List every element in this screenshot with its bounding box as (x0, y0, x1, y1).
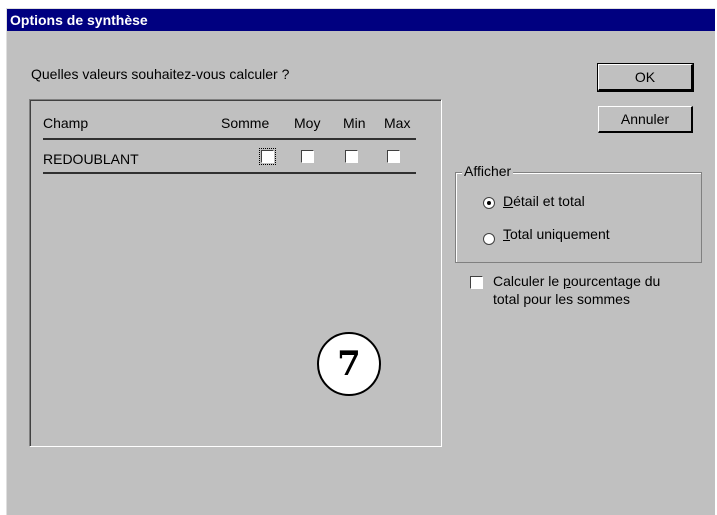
afficher-groupbox: Afficher Détail et total Total uniquemen… (455, 163, 702, 263)
max-checkbox[interactable] (387, 150, 400, 163)
column-header-max: Max (384, 115, 411, 131)
moy-checkbox[interactable] (301, 150, 314, 163)
percentage-label-line2: total pour les sommes (493, 291, 630, 307)
calculate-prompt: Quelles valeurs souhaitez-vous calculer … (31, 66, 290, 82)
summary-fields-list[interactable]: Champ Somme Moy Min Max REDOUBLANT (29, 99, 442, 447)
cancel-button[interactable]: Annuler (598, 106, 693, 133)
column-header-moy: Moy (294, 115, 321, 131)
ok-button[interactable]: OK (597, 63, 694, 92)
dialog-title-bar: Options de synthèse (7, 9, 715, 31)
radio-total-only-button[interactable] (483, 233, 495, 245)
radio-total-only-label: Total uniquement (503, 226, 610, 242)
percentage-checkbox[interactable] (470, 276, 483, 289)
radio-selected-dot (487, 201, 491, 205)
column-header-champ: Champ (43, 115, 89, 131)
dialog-title: Options de synthèse (10, 12, 148, 28)
radio-detail-total-label: Détail et total (503, 193, 585, 209)
summary-options-dialog: Options de synthèse Quelles valeurs souh… (6, 8, 715, 515)
afficher-label: Afficher (462, 163, 514, 179)
somme-checkbox[interactable] (259, 148, 276, 165)
field-name: REDOUBLANT (43, 151, 139, 167)
header-divider (43, 138, 416, 140)
percentage-label-line1: Calculer le pourcentage du (493, 273, 661, 289)
radio-detail-total-button[interactable] (483, 197, 495, 209)
column-header-somme: Somme (221, 115, 270, 131)
column-header-min: Min (343, 115, 366, 131)
min-checkbox[interactable] (345, 150, 358, 163)
row-divider (43, 172, 416, 174)
step-number-badge: 7 (317, 332, 381, 396)
